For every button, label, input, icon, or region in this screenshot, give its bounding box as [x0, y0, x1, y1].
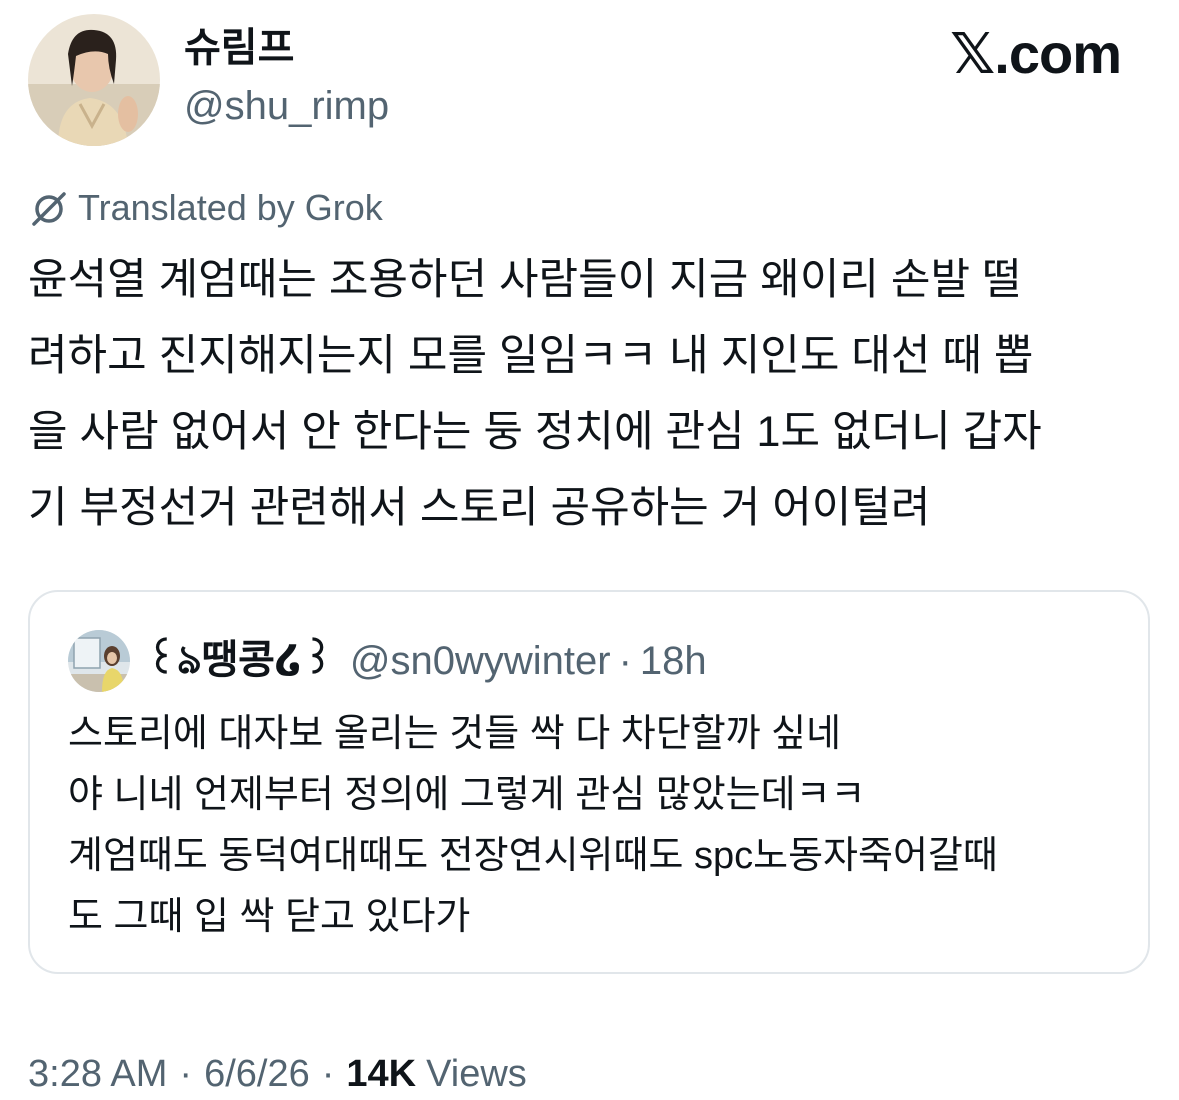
tweet-text-line: 기 부정선거 관련해서 스토리 공유하는 거 어이털려 [28, 484, 931, 532]
meta-separator: · [179, 1052, 193, 1095]
tweet-meta: 3:28 AM · 6/6/26 · 14K Views [28, 1048, 527, 1100]
grok-icon [32, 192, 66, 226]
profile-photo-icon [28, 14, 160, 146]
quote-separator: · [618, 638, 632, 683]
x-com-badge: 𝕏.com [950, 22, 1122, 87]
quote-timestamp[interactable]: 18h [640, 639, 707, 684]
tweet-text-line: 려하고 진지해지는지 모를 일임ㅋㅋ 내 지인도 대선 때 뽑 [28, 332, 1034, 380]
views-count[interactable]: 14K [346, 1053, 416, 1096]
translation-text: Translated by Grok [78, 187, 383, 228]
x-logo-icon: 𝕏 [950, 22, 995, 87]
quote-text-line: 스토리에 대자보 올리는 것들 싹 다 차단할까 싶네 [68, 713, 842, 755]
profile-photo-icon [68, 630, 130, 692]
author-avatar[interactable] [28, 14, 160, 146]
translation-label[interactable]: Translated by Grok [28, 184, 383, 232]
quote-author-avatar[interactable] [68, 630, 130, 692]
quote-text-line: 계엄때도 동덕여대때도 전장연시위때도 spc노동자죽어갈때 [68, 835, 998, 877]
quote-text-line: 도 그때 입 싹 닫고 있다가 [68, 896, 471, 938]
tweet-date[interactable]: 6/6/26 [204, 1053, 310, 1096]
x-com-text: .com [994, 22, 1122, 85]
quoted-tweet-card[interactable]: ꒰ঌ땡콩໒꒱ @sn0wywinter · 18h 스토리에 대자보 올리는 것… [28, 590, 1150, 974]
tweet-text: 윤석열 계엄때는 조용하던 사람들이 지금 왜이리 손발 떨 려하고 진지해지는… [28, 242, 1138, 546]
views-label: Views [426, 1052, 527, 1095]
tweet-time[interactable]: 3:28 AM [28, 1053, 167, 1096]
author-display-name[interactable]: 슈림프 [184, 22, 294, 74]
quote-text-line: 야 니네 언제부터 정의에 그렇게 관심 많았는데ㅋㅋ [68, 774, 866, 816]
quote-author-display-name[interactable]: ꒰ঌ땡콩໒꒱ [146, 627, 334, 695]
quote-author-handle[interactable]: @sn0wywinter [350, 639, 611, 684]
tweet-text-line: 윤석열 계엄때는 조용하던 사람들이 지금 왜이리 손발 떨 [28, 256, 1022, 304]
author-handle[interactable]: @shu_rimp [184, 80, 389, 132]
tweet-text-line: 을 사람 없어서 안 한다는 둥 정치에 관심 1도 없더니 갑자 [28, 408, 1042, 456]
quote-header: ꒰ঌ땡콩໒꒱ @sn0wywinter · 18h [146, 634, 707, 688]
quote-text: 스토리에 대자보 올리는 것들 싹 다 차단할까 싶네 야 니네 언제부터 정의… [68, 704, 1128, 948]
meta-separator: · [321, 1052, 335, 1095]
